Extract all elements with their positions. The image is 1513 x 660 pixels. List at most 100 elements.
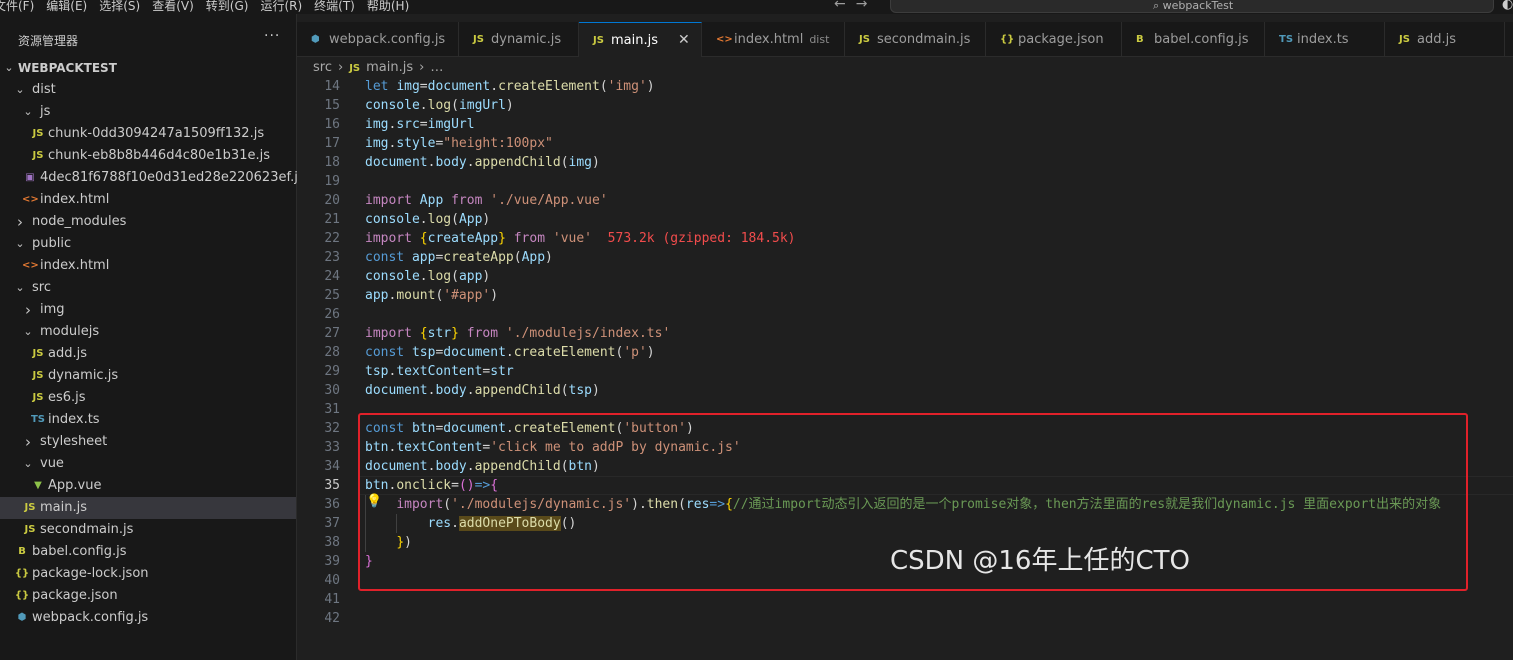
command-center-label: webpackTest (1162, 0, 1234, 12)
babel-file-icon: B (1136, 34, 1144, 45)
tab-label: dynamic.js (491, 32, 562, 47)
tree-item-4dec81f6788f10e0d31ed28e220623ef-jpg[interactable]: ▣ 4dec81f6788f10e0d31ed28e220623ef.jpg (0, 167, 314, 189)
tree-item-vue[interactable]: ⌄ vue (0, 453, 296, 475)
json-file-icon: {} (14, 568, 30, 579)
code-token: document (427, 79, 491, 94)
line-number: 17 (324, 136, 340, 151)
tree-item-stylesheet[interactable]: › stylesheet (0, 431, 296, 453)
tree-item-node-modules[interactable]: › node_modules (0, 211, 296, 233)
breadcrumb-file[interactable]: main.js (366, 60, 413, 75)
code-token: { (419, 231, 428, 246)
tree-item-chunk-eb8b8b446d4c80e1b31e-js[interactable]: JS chunk-eb8b8b446d4c80e1b31e.js (0, 145, 296, 167)
html-file-icon: <> (22, 194, 39, 205)
tree-item-dist[interactable]: ⌄ dist (0, 79, 296, 101)
tree-item-label: add.js (48, 346, 87, 361)
forward-arrow-icon[interactable]: → (856, 0, 878, 12)
code-token: createApp (443, 250, 514, 265)
code-token: app (365, 288, 389, 303)
code-line: import App from './vue/App.vue' (365, 191, 608, 210)
code-token: 'vue' (552, 231, 593, 246)
tab-description: dist (809, 33, 830, 46)
title-bar: 文件(F) 编辑(E) 选择(S) 查看(V) 转到(G) 运行(R) 终端(T) 帮助(H)… (0, 0, 1513, 14)
tree-item-src[interactable]: ⌄ src (0, 277, 296, 299)
tab-babel-config-js[interactable]: Bbabel.config.js (1122, 22, 1265, 57)
line-number: 14 (324, 79, 340, 94)
code-token: App (419, 193, 452, 208)
tree-item-label: index.html (40, 258, 110, 273)
tab-webpack-config-js[interactable]: ⬢ webpack.config.js (297, 22, 459, 57)
code-token: ) (482, 269, 491, 284)
line-number: 23 (324, 250, 340, 265)
code-token: createApp (427, 231, 499, 246)
js-file-icon: JS (473, 34, 484, 45)
more-actions-icon[interactable]: ··· (264, 28, 280, 44)
breadcrumb-folder[interactable]: src (313, 60, 332, 75)
tree-item-babel-config-js[interactable]: Bbabel.config.js (0, 541, 296, 563)
code-token: let (365, 79, 397, 94)
tab-index-html[interactable]: <> index.html dist (702, 22, 845, 57)
menu-item[interactable]: 转到(G) (206, 0, 249, 14)
tree-item-index-html[interactable]: <> index.html (0, 255, 296, 277)
menu-item[interactable]: 查看(V) (152, 0, 194, 14)
explorer-root[interactable]: ⌄ WEBPACKTEST (0, 57, 296, 79)
menu-item[interactable]: 帮助(H) (367, 0, 409, 14)
tree-item-index-ts[interactable]: TS index.ts (0, 409, 296, 431)
code-token: import (365, 193, 420, 208)
tree-item-app-vue[interactable]: ▼ App.vue (0, 475, 296, 497)
html-file-icon: <> (716, 34, 733, 45)
breadcrumb-more[interactable]: … (430, 60, 443, 75)
code-token: str (427, 326, 452, 341)
command-center[interactable]: ⌕ webpackTest (890, 0, 1494, 13)
close-icon[interactable]: ✕ (678, 23, 690, 58)
tab-index-ts[interactable]: TS index.ts (1265, 22, 1385, 57)
tree-item-dynamic-js[interactable]: JS dynamic.js (0, 365, 296, 387)
breadcrumb-separator: › (419, 60, 425, 75)
code-token: . (505, 345, 514, 360)
tab-dynamic-js[interactable]: JS dynamic.js (459, 22, 579, 57)
tree-item-js[interactable]: ⌄ js (0, 101, 296, 123)
js-file-icon: JS (349, 63, 361, 74)
tree-item-main-js[interactable]: JS main.js (0, 497, 296, 519)
copilot-icon[interactable]: ◐ (1502, 0, 1513, 12)
tree-item-es6-js[interactable]: JS es6.js (0, 387, 296, 409)
code-token: './modulejs/index.ts' (505, 326, 671, 341)
menu-item[interactable]: 运行(R) (260, 0, 302, 14)
tree-item-secondmain-js[interactable]: JS secondmain.js (0, 519, 296, 541)
code-token: document (365, 155, 428, 170)
code-token: console (365, 212, 420, 227)
tab-add-js[interactable]: JS add.js (1385, 22, 1505, 57)
tree-item-public[interactable]: ⌄ public (0, 233, 296, 255)
menu-item[interactable]: 终端(T) (314, 0, 355, 14)
image-file-icon: ▣ (25, 172, 35, 183)
root-folder-label: WEBPACKTEST (18, 61, 117, 75)
chevron-right-icon: › (17, 213, 23, 231)
tree-item-index-html[interactable]: <> index.html (0, 189, 296, 211)
menu-item[interactable]: 文件(F) (0, 0, 34, 14)
menu-item[interactable]: 选择(S) (99, 0, 140, 14)
tree-item-label: src (32, 280, 51, 295)
tab-secondmain-js[interactable]: JS secondmain.js (845, 22, 986, 57)
menu-item[interactable]: 编辑(E) (46, 0, 87, 14)
tree-item-chunk-0dd3094247a1509ff132-js[interactable]: JS chunk-0dd3094247a1509ff132.js (0, 123, 296, 145)
line-number: 22 (324, 231, 340, 246)
tree-item-package-json[interactable]: {} package.json (0, 585, 296, 607)
tab-label-wrap: babel.config.js (1154, 22, 1249, 57)
code-token: appendChild (474, 155, 561, 170)
explorer-header: 资源管理器 (18, 34, 79, 48)
search-icon: ⌕ (1153, 0, 1163, 12)
code-token: str (490, 364, 514, 379)
tree-item-img[interactable]: › img (0, 299, 296, 321)
tab-main-js[interactable]: JS main.js ✕ (579, 22, 702, 57)
tree-item-add-js[interactable]: JS add.js (0, 343, 296, 365)
code-token: ( (513, 250, 522, 265)
tree-item-modulejs[interactable]: ⌄ modulejs (0, 321, 296, 343)
tab-package-json[interactable]: {} package.json (986, 22, 1122, 57)
tree-item-webpack-config-js[interactable]: ⬢ webpack.config.js (0, 607, 296, 629)
code-token: ) (490, 288, 499, 303)
tab-label: webpack.config.js (329, 32, 446, 47)
back-arrow-icon[interactable]: ← (834, 0, 856, 12)
code-token: . (419, 212, 428, 227)
tree-item-package-lock-json[interactable]: {} package-lock.json (0, 563, 296, 585)
code-token: log (427, 212, 452, 227)
tab-label-wrap: main.js (611, 23, 658, 58)
